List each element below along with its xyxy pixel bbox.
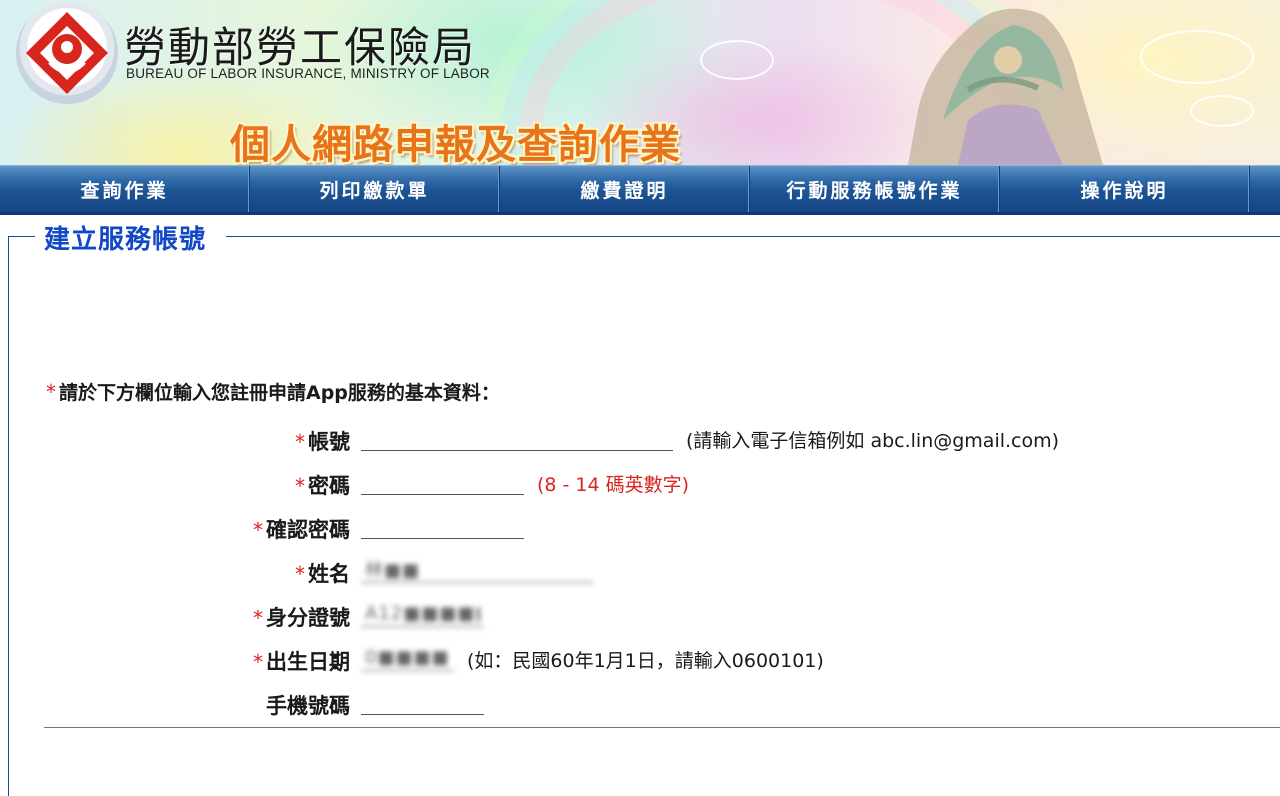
fieldset-border (8, 236, 35, 237)
label-colon: ： (330, 606, 351, 630)
name-input[interactable] (361, 556, 593, 583)
bli-logo-icon (16, 2, 118, 104)
account-hint: (請輸入電子信箱例如 abc.lin@gmail.com) (686, 430, 1060, 452)
worker-figure-illustration (908, 8, 1103, 165)
cloud-decoration (1140, 30, 1254, 84)
label-colon: ： (330, 474, 351, 498)
form-row-name: * 姓名 ： (0, 554, 1280, 594)
nav-item-instructions[interactable]: 操作說明 (1000, 166, 1250, 212)
header-banner: 勞動部勞工保險局 BUREAU OF LABOR INSURANCE, MINI… (0, 0, 1280, 165)
form-divider (44, 727, 1280, 728)
id-number-input[interactable] (361, 600, 484, 627)
main-nav: 查詢作業 列印繳款單 繳費證明 行動服務帳號作業 操作說明 (0, 165, 1280, 215)
nav-item-print-payment-slip[interactable]: 列印繳款單 (250, 166, 500, 212)
confirm-password-input[interactable] (361, 512, 524, 539)
required-mark: * (295, 562, 305, 586)
label-colon: ： (330, 694, 351, 718)
label-colon: ： (330, 562, 351, 586)
cloud-decoration (1190, 95, 1254, 127)
birth-date-input[interactable] (361, 644, 454, 671)
account-email-input[interactable] (361, 424, 673, 451)
form-row-account: * 帳號 ： (請輸入電子信箱例如 abc.lin@gmail.com) (0, 422, 1280, 462)
nav-item-payment-certificate[interactable]: 繳費證明 (500, 166, 750, 212)
nav-filler (1250, 166, 1280, 212)
form-intro: * 請於下方欄位輸入您註冊申請App服務的基本資料： (46, 378, 500, 405)
form-row-id-number: * 身分證號 ： (0, 598, 1280, 638)
password-input[interactable] (361, 468, 524, 495)
page-subtitle: 個人網路申報及查詢作業 (230, 121, 681, 165)
form-row-password: * 密碼 ： (8 - 14 碼英數字) (0, 466, 1280, 506)
form-row-mobile: 手機號碼 ： (0, 686, 1280, 726)
form-row-confirm-password: * 確認密碼 ： (0, 510, 1280, 550)
birth-date-hint: (如：民國60年1月1日，請輸入0600101) (467, 650, 824, 672)
required-mark: * (295, 430, 305, 454)
form-intro-text: 請於下方欄位輸入您註冊申請App服務的基本資料： (59, 382, 500, 404)
password-hint: (8 - 14 碼英數字) (537, 474, 690, 496)
required-mark: * (253, 650, 263, 674)
nav-item-query[interactable]: 查詢作業 (0, 166, 250, 212)
form-legend: 建立服務帳號 (44, 225, 207, 255)
mobile-number-input[interactable] (361, 688, 484, 715)
org-name-en: BUREAU OF LABOR INSURANCE, MINISTRY OF L… (126, 66, 490, 81)
required-mark: * (253, 518, 263, 542)
label-colon: ： (330, 518, 351, 542)
cloud-decoration (700, 40, 774, 80)
required-mark: * (253, 606, 263, 630)
fieldset-border (226, 236, 1280, 237)
label-colon: ： (330, 650, 351, 674)
form-row-birth-date: *出生日期 ： (如：民國60年1月1日，請輸入0600101) (0, 642, 1280, 682)
required-mark: * (295, 474, 305, 498)
nav-item-mobile-account[interactable]: 行動服務帳號作業 (750, 166, 1000, 212)
label-colon: ： (330, 430, 351, 454)
required-mark: * (46, 380, 56, 404)
